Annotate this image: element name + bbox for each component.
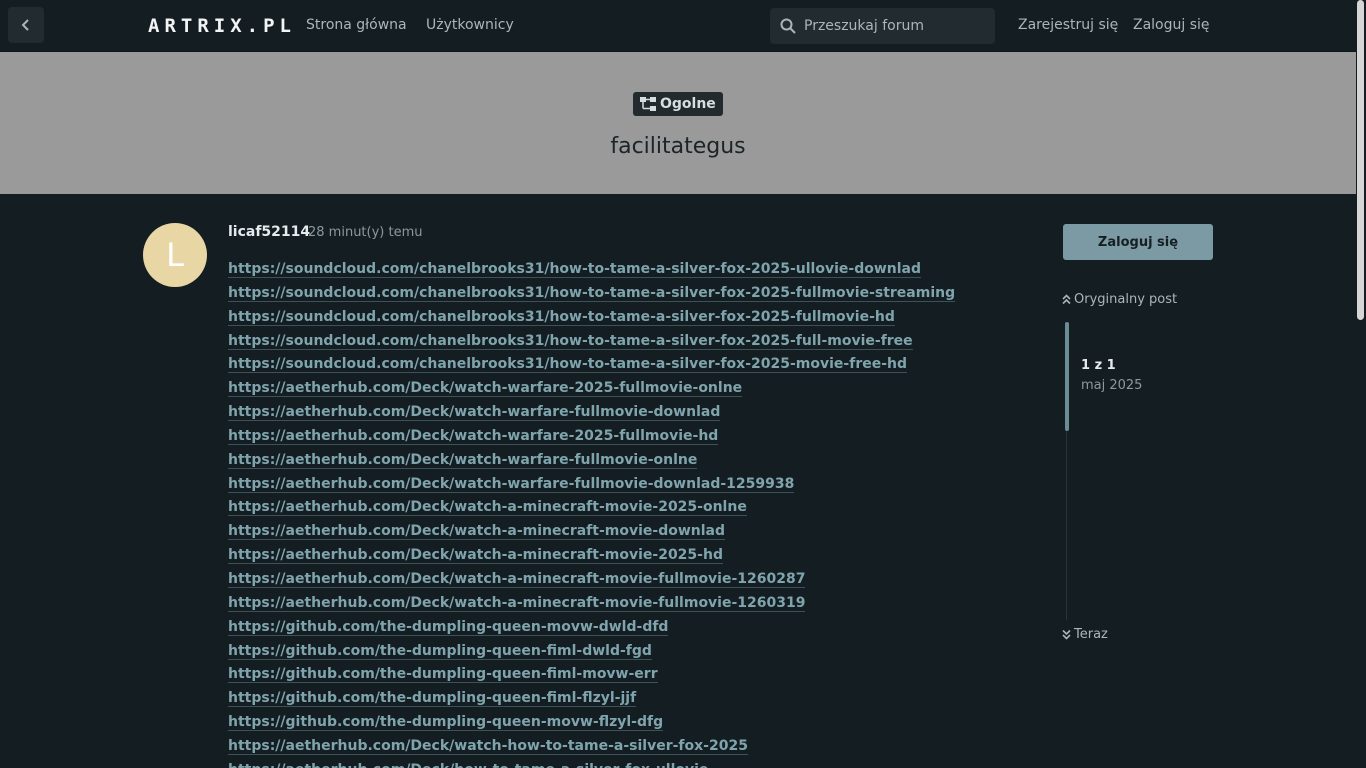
post-time[interactable]: 28 minut(y) temu (308, 225, 423, 240)
post-link-text: https://aetherhub.com/Deck/watch-a-minec… (228, 594, 806, 612)
now-link[interactable]: Teraz (1062, 627, 1108, 642)
post-link[interactable]: https://aetherhub.com/Deck/watch-warfare… (228, 450, 1028, 474)
timeline-date: maj 2025 (1081, 378, 1143, 393)
site-logo[interactable]: ARTRIX.PL (148, 14, 296, 38)
post-author[interactable]: licaf52114 (228, 224, 310, 240)
post-link-text: https://soundcloud.com/chanelbrooks31/ho… (228, 332, 913, 350)
post-link[interactable]: https://github.com/the-dumpling-queen-fi… (228, 664, 1028, 688)
post-link-text: https://aetherhub.com/Deck/watch-warfare… (228, 427, 719, 445)
post-link-text: https://soundcloud.com/chanelbrooks31/ho… (228, 308, 895, 326)
post-link[interactable]: https://soundcloud.com/chanelbrooks31/ho… (228, 354, 1028, 378)
post-link[interactable]: https://aetherhub.com/Deck/watch-a-minec… (228, 545, 1028, 569)
post-link[interactable]: https://aetherhub.com/Deck/watch-a-minec… (228, 593, 1028, 617)
post-link-text: https://github.com/the-dumpling-queen-fi… (228, 666, 658, 684)
post-link-text: https://github.com/the-dumpling-queen-mo… (228, 714, 664, 732)
post-link[interactable]: https://aetherhub.com/Deck/watch-warfare… (228, 378, 1028, 402)
post-link[interactable]: https://soundcloud.com/chanelbrooks31/ho… (228, 307, 1028, 331)
post-link-text: https://aetherhub.com/Deck/watch-a-minec… (228, 523, 726, 541)
post-link[interactable]: https://github.com/the-dumpling-queen-fi… (228, 641, 1028, 665)
nav-home-link[interactable]: Strona główna (306, 17, 407, 33)
category-label: Ogolne (660, 96, 716, 112)
search-input[interactable] (804, 18, 984, 34)
topic-title: facilitategus (610, 134, 746, 159)
post-link-text: https://aetherhub.com/Deck/watch-a-minec… (228, 499, 747, 517)
post-link-text: https://aetherhub.com/Deck/watch-warfare… (228, 451, 698, 469)
post-link-text: https://soundcloud.com/chanelbrooks31/ho… (228, 284, 956, 302)
post-link-text: https://github.com/the-dumpling-queen-mo… (228, 618, 669, 636)
post-link-text: https://aetherhub.com/Deck/watch-a-minec… (228, 547, 723, 565)
post-link[interactable]: https://soundcloud.com/chanelbrooks31/ho… (228, 283, 1028, 307)
post-link[interactable]: https://github.com/the-dumpling-queen-mo… (228, 617, 1028, 641)
sidebar-login-button[interactable]: Zaloguj się (1063, 224, 1213, 260)
double-chevron-up-icon (1062, 294, 1071, 305)
post-link-text: https://aetherhub.com/Deck/watch-how-to-… (228, 737, 748, 755)
post-body: https://soundcloud.com/chanelbrooks31/ho… (228, 259, 1028, 768)
post-link-text: https://aetherhub.com/Deck/how-to-tame-a… (228, 761, 709, 768)
double-chevron-down-icon (1062, 629, 1071, 640)
now-label: Teraz (1074, 627, 1108, 642)
post-link-text: https://github.com/the-dumpling-queen-fi… (228, 642, 652, 660)
timeline-handle[interactable] (1065, 322, 1069, 431)
avatar[interactable]: L (143, 223, 207, 287)
post-link-text: https://aetherhub.com/Deck/watch-warfare… (228, 380, 743, 398)
search-icon (780, 18, 796, 34)
original-post-link[interactable]: Oryginalny post (1062, 292, 1177, 307)
category-tag[interactable]: Ogolne (633, 92, 723, 116)
search-box[interactable] (770, 8, 995, 44)
post-link-text: https://soundcloud.com/chanelbrooks31/ho… (228, 356, 908, 374)
post-link-text: https://aetherhub.com/Deck/watch-a-minec… (228, 570, 806, 588)
login-link[interactable]: Zaloguj się (1133, 17, 1210, 33)
back-button[interactable] (8, 7, 44, 43)
post-link[interactable]: https://aetherhub.com/Deck/watch-how-to-… (228, 736, 1028, 760)
post-link[interactable]: https://github.com/the-dumpling-queen-mo… (228, 712, 1028, 736)
sitemap-icon (640, 97, 656, 111)
original-post-label: Oryginalny post (1074, 292, 1178, 307)
nav-users-link[interactable]: Użytkownicy (426, 17, 514, 33)
topic-hero: Ogolne facilitategus (0, 52, 1356, 194)
timeline-position: 1 z 1 (1081, 358, 1116, 373)
post-link-text: https://soundcloud.com/chanelbrooks31/ho… (228, 261, 922, 278)
post-link[interactable]: https://aetherhub.com/Deck/watch-warfare… (228, 402, 1028, 426)
post-link[interactable]: https://aetherhub.com/Deck/watch-warfare… (228, 426, 1028, 450)
page-scrollbar-thumb[interactable] (1357, 0, 1364, 320)
post-link-text: https://aetherhub.com/Deck/watch-warfare… (228, 475, 795, 493)
post-link[interactable]: https://aetherhub.com/Deck/how-to-tame-a… (228, 760, 1028, 768)
post-link-text: https://aetherhub.com/Deck/watch-warfare… (228, 404, 721, 422)
post-link[interactable]: https://soundcloud.com/chanelbrooks31/ho… (228, 259, 1028, 283)
post-link-text: https://github.com/the-dumpling-queen-fi… (228, 690, 637, 708)
post-link[interactable]: https://aetherhub.com/Deck/watch-a-minec… (228, 497, 1028, 521)
post-link[interactable]: https://aetherhub.com/Deck/watch-a-minec… (228, 569, 1028, 593)
post-link[interactable]: https://aetherhub.com/Deck/watch-warfare… (228, 474, 1028, 498)
post-link[interactable]: https://soundcloud.com/chanelbrooks31/ho… (228, 331, 1028, 355)
post-link[interactable]: https://github.com/the-dumpling-queen-fi… (228, 688, 1028, 712)
chevron-left-icon (21, 19, 29, 31)
register-link[interactable]: Zarejestruj się (1018, 17, 1118, 33)
site-header: ARTRIX.PL Strona główna Użytkownicy Zare… (0, 0, 1356, 52)
post-link[interactable]: https://aetherhub.com/Deck/watch-a-minec… (228, 521, 1028, 545)
